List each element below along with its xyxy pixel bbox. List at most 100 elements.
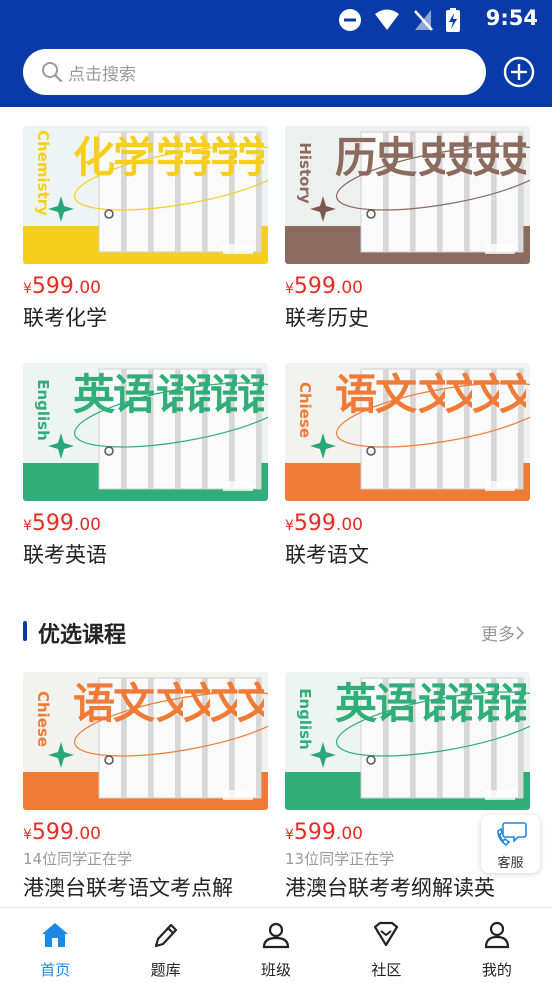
course-cover-image: 英语语语语语 English: [23, 363, 268, 501]
course-card[interactable]: 英语语语语语 English: [23, 363, 268, 501]
course-title[interactable]: 港澳台联考考纲解读英: [285, 872, 495, 902]
cover-repeat-glyph: 语: [237, 371, 264, 419]
price-integer: 599: [31, 820, 74, 845]
cover-repeat-glyph: 学: [156, 134, 183, 182]
cover-subject-english: English: [34, 379, 52, 441]
course-card[interactable]: 语文文文文文 Chiese: [285, 363, 530, 501]
tab-profile-label: 我的: [481, 961, 512, 979]
app-screen: 9:54 点击搜索 化学学学学学 Chemistry ¥599.00 联考化学 历史史史…: [0, 0, 552, 983]
tab-class-label: 班级: [261, 961, 292, 979]
customer-service-button[interactable]: 客服: [481, 815, 540, 873]
students-count: 14位同学正在学: [23, 850, 133, 868]
cover-subject-english: Chiese: [296, 381, 314, 439]
cover-repeat-glyph: 史: [499, 134, 526, 182]
currency-symbol: ¥: [23, 518, 32, 534]
tab-community-label: 社区: [371, 961, 402, 979]
course-card[interactable]: 语文文文文文 Chiese: [23, 672, 268, 810]
currency-symbol: ¥: [285, 281, 294, 297]
cover-subject-english: Chiese: [34, 690, 52, 748]
battery-charging-icon: [446, 8, 460, 32]
tab-home[interactable]: 首页: [0, 908, 110, 983]
tab-home-label: 首页: [40, 961, 71, 979]
bottom-tab-bar: 首页 题库 班级 社区 我的: [0, 907, 552, 983]
cover-repeat-glyph: 语: [156, 371, 183, 419]
cover-repeat-glyph: 语: [183, 371, 210, 419]
cover-repeat-glyph: 语: [472, 680, 499, 728]
more-label: 更多: [481, 625, 515, 645]
course-card[interactable]: 化学学学学学 Chemistry: [23, 126, 268, 264]
course-price: ¥599.00: [285, 820, 363, 845]
course-price: ¥599.00: [285, 274, 363, 299]
class-icon: [262, 922, 290, 949]
course-price: ¥599.00: [23, 820, 101, 845]
tab-class[interactable]: 班级: [221, 908, 331, 983]
search-bar[interactable]: 点击搜索: [23, 49, 486, 95]
cover-repeat-glyph: 文: [499, 371, 526, 419]
cover-title: 历史: [335, 133, 417, 182]
cover-title: 英语: [73, 370, 155, 419]
tab-community[interactable]: 社区: [331, 908, 441, 983]
cover-repeat-glyph: 语: [210, 371, 237, 419]
price-decimal: .00: [73, 824, 101, 844]
profile-icon: [484, 921, 509, 949]
course-price: ¥599.00: [285, 511, 363, 536]
price-decimal: .00: [73, 278, 101, 298]
header: 9:54 点击搜索: [0, 0, 552, 107]
cover-repeat-glyph: 文: [445, 371, 472, 419]
price-decimal: .00: [335, 824, 363, 844]
cover-repeat-glyph: 史: [445, 134, 472, 182]
course-title[interactable]: 港澳台联考语文考点解: [23, 872, 233, 902]
price-decimal: .00: [335, 278, 363, 298]
cover-repeat-glyph: 学: [237, 134, 264, 182]
search-icon: [42, 62, 63, 83]
price-decimal: .00: [335, 515, 363, 535]
currency-symbol: ¥: [23, 827, 32, 843]
chevron-right-icon: [516, 625, 525, 640]
course-title[interactable]: 联考化学: [23, 302, 107, 332]
home-icon: [42, 923, 69, 947]
course-title[interactable]: 联考历史: [285, 302, 369, 332]
cover-repeat-glyph: 语: [418, 680, 445, 728]
cover-repeat-glyph: 文: [418, 371, 445, 419]
cover-repeat-glyph: 学: [183, 134, 210, 182]
course-card[interactable]: 历史史史史史 History: [285, 126, 530, 264]
currency-symbol: ¥: [285, 827, 294, 843]
course-cover-image: 英语语语语语 English: [285, 672, 530, 810]
section-indicator: [23, 621, 27, 641]
pencil-icon: [154, 923, 177, 948]
community-icon: [374, 921, 399, 947]
cover-title: 英语: [335, 679, 417, 728]
cover-repeat-glyph: 史: [472, 134, 499, 182]
cover-title: 语文: [335, 370, 417, 419]
course-cover-image: 历史史史史史 History: [285, 126, 530, 264]
price-decimal: .00: [73, 515, 101, 535]
cover-title: 化学: [73, 133, 155, 182]
course-title[interactable]: 联考英语: [23, 539, 107, 569]
cover-subject-english: English: [296, 688, 314, 750]
students-count: 13位同学正在学: [285, 850, 395, 868]
tab-profile[interactable]: 我的: [442, 908, 552, 983]
cover-repeat-glyph: 文: [210, 680, 237, 728]
cover-subject-english: Chemistry: [34, 130, 52, 216]
tab-question-bank-label: 题库: [150, 961, 181, 979]
price-integer: 599: [31, 511, 74, 536]
currency-symbol: ¥: [23, 281, 32, 297]
tab-question-bank[interactable]: 题库: [110, 908, 220, 983]
more-link[interactable]: 更多: [481, 620, 525, 645]
section-title: 优选课程: [38, 623, 127, 648]
cover-repeat-glyph: 文: [156, 680, 183, 728]
add-icon[interactable]: [503, 56, 535, 88]
course-card[interactable]: 英语语语语语 English: [285, 672, 530, 810]
wifi-icon: [375, 9, 399, 30]
cover-subject-english: History: [296, 142, 314, 204]
status-time: 9:54: [485, 6, 538, 30]
course-price: ¥599.00: [23, 274, 101, 299]
currency-symbol: ¥: [285, 518, 294, 534]
course-cover-image: 语文文文文文 Chiese: [23, 672, 268, 810]
customer-service-label: 客服: [497, 856, 524, 871]
course-title[interactable]: 联考语文: [285, 539, 369, 569]
search-placeholder: 点击搜索: [68, 64, 136, 85]
cover-repeat-glyph: 文: [237, 680, 264, 728]
price-integer: 599: [293, 820, 336, 845]
course-cover-image: 化学学学学学 Chemistry: [23, 126, 268, 264]
